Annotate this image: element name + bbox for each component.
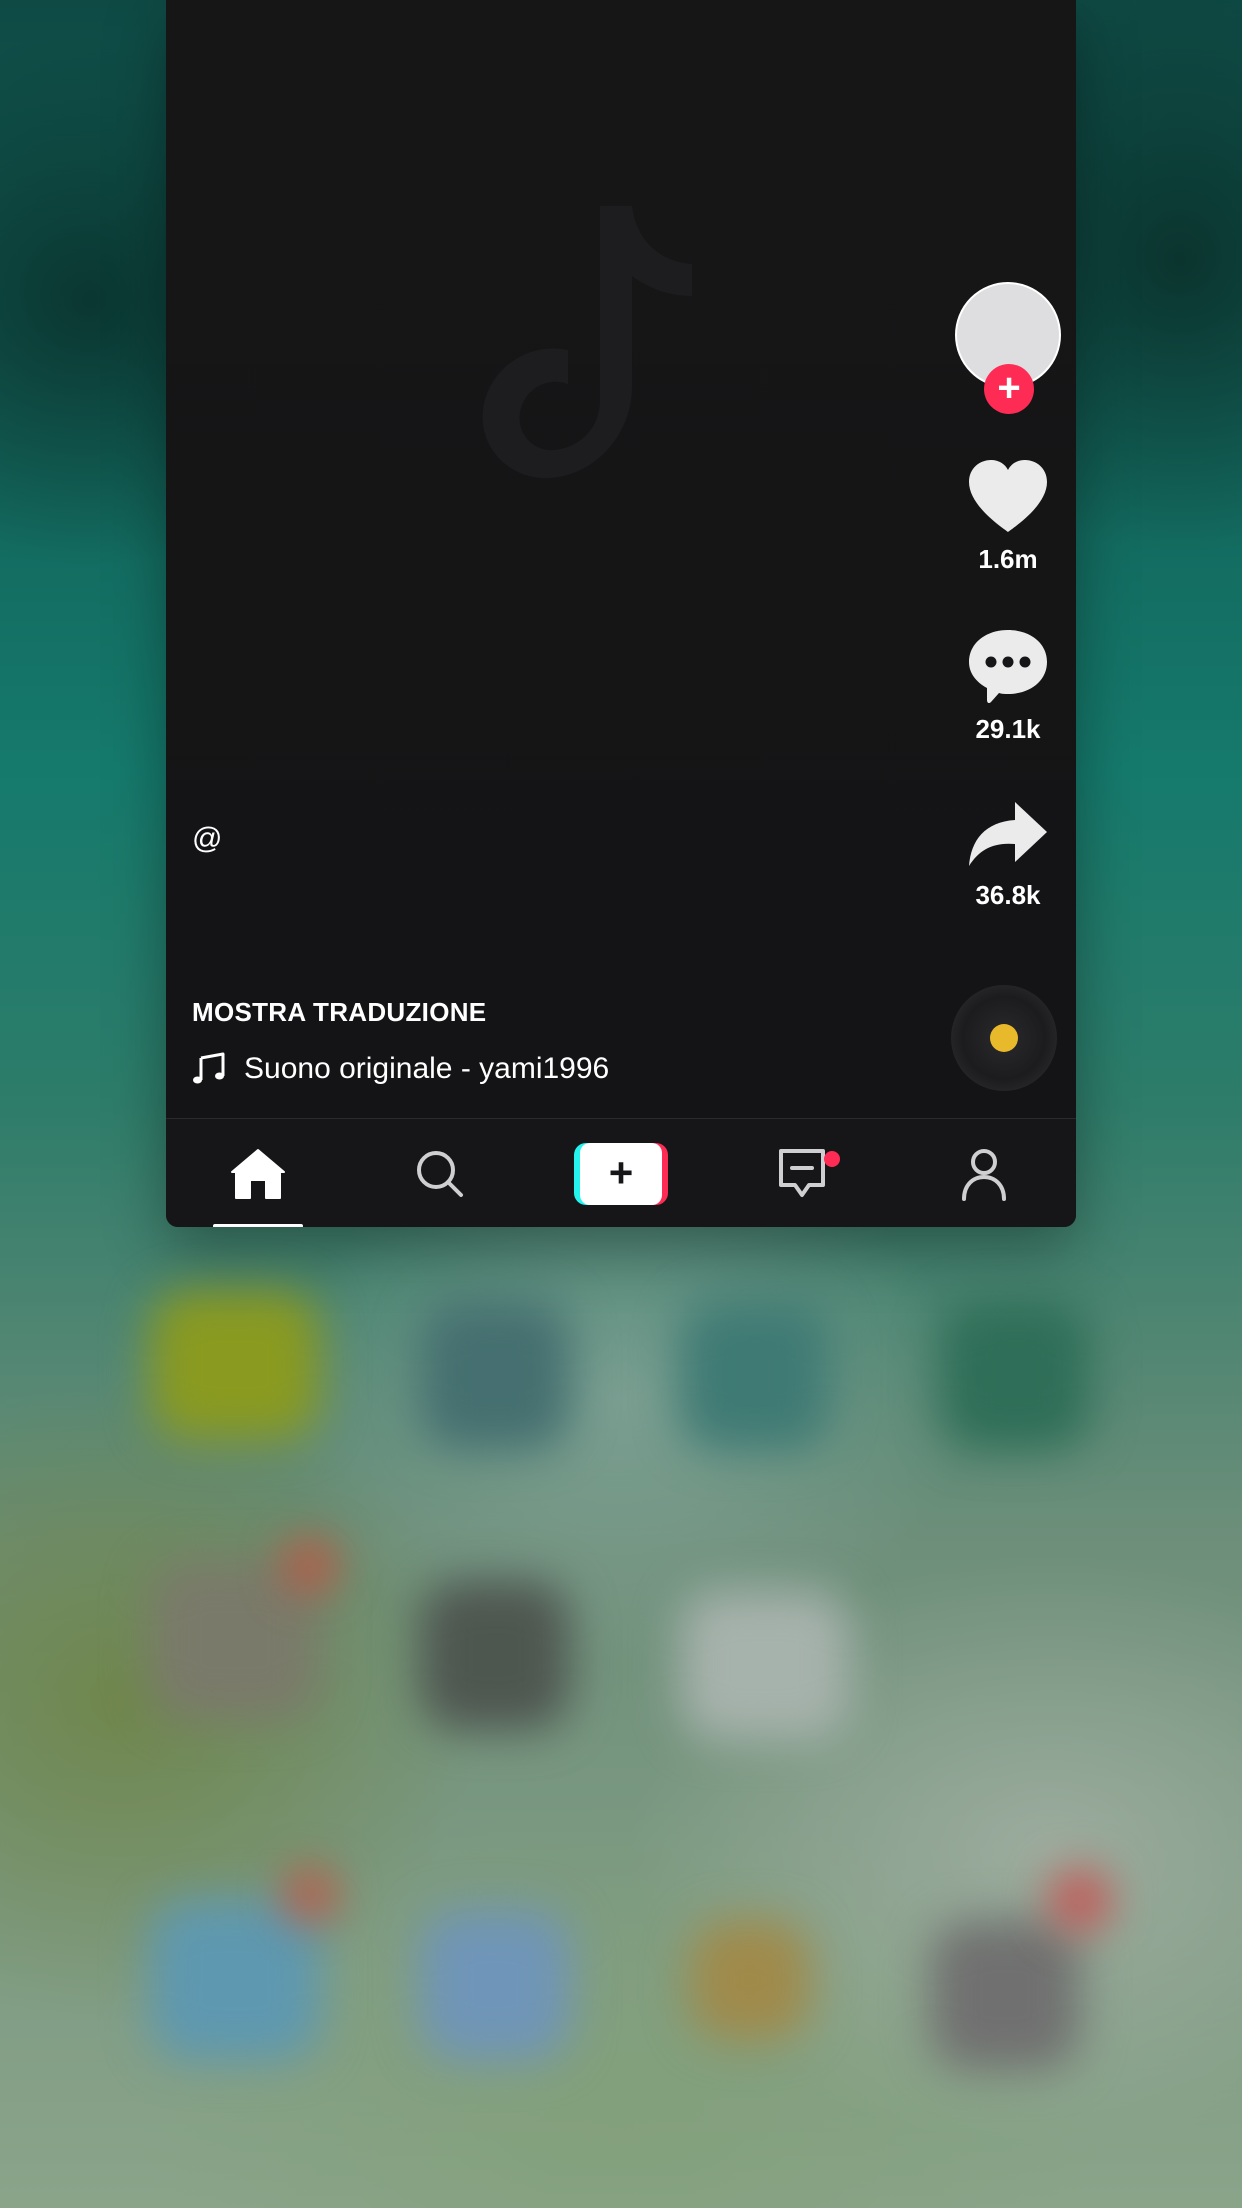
follow-button[interactable]: +	[984, 364, 1034, 414]
username[interactable]: @	[192, 822, 222, 856]
music-note-icon	[193, 1052, 225, 1084]
comment-bubble-icon	[969, 630, 1047, 704]
share-count: 36.8k	[975, 880, 1041, 910]
heart-icon	[969, 460, 1047, 532]
active-tab-indicator	[213, 1224, 303, 1227]
share-button[interactable]: 36.8k	[948, 800, 1068, 911]
notification-dot	[824, 1151, 840, 1167]
blurred-app-icon	[940, 1300, 1090, 1450]
tiktok-app-card[interactable]: @ MOSTRA TRADUZIONE Suono originale - ya…	[166, 0, 1076, 1227]
blurred-app-icon	[680, 1300, 830, 1450]
blurred-app-icon	[150, 1900, 320, 2060]
like-button[interactable]: 1.6m	[948, 458, 1068, 575]
show-translation-link[interactable]: MOSTRA TRADUZIONE	[192, 997, 486, 1028]
home-icon	[231, 1148, 285, 1199]
blurred-app-icon	[690, 1920, 810, 2040]
blurred-app-icon	[420, 1300, 570, 1450]
blurred-badge	[285, 1540, 335, 1590]
disc-center	[990, 1024, 1018, 1052]
sound-disc-button[interactable]	[951, 985, 1057, 1091]
create-button[interactable]: +	[574, 1142, 668, 1205]
video-player[interactable]: @ MOSTRA TRADUZIONE Suono originale - ya…	[166, 0, 1076, 1118]
blurred-app-icon	[420, 1580, 570, 1730]
blurred-app-icon	[680, 1590, 850, 1740]
inbox-message-icon	[779, 1148, 825, 1197]
blurred-app-icon	[150, 1290, 320, 1440]
blurred-badge	[285, 1870, 335, 1920]
tab-home[interactable]	[198, 1119, 318, 1227]
plus-icon: +	[580, 1142, 662, 1205]
comment-button[interactable]: 29.1k	[948, 628, 1068, 745]
sound-link[interactable]: Suono originale - yami1996	[192, 1052, 609, 1086]
profile-icon	[962, 1148, 1006, 1201]
blurred-app-icon	[930, 1920, 1080, 2070]
search-icon	[417, 1150, 463, 1197]
blurred-badge	[1050, 1870, 1110, 1930]
comment-count: 29.1k	[975, 714, 1041, 744]
share-arrow-icon	[969, 802, 1047, 866]
tab-search[interactable]	[380, 1119, 500, 1227]
like-count: 1.6m	[978, 544, 1038, 574]
sound-label: Suono originale - yami1996	[244, 1052, 610, 1085]
bottom-tab-bar: +	[166, 1118, 1076, 1227]
tab-inbox[interactable]	[742, 1119, 862, 1227]
blurred-app-icon	[420, 1910, 570, 2060]
tiktok-logo-icon	[482, 206, 692, 479]
tab-create[interactable]: +	[561, 1119, 681, 1227]
tab-profile[interactable]	[924, 1119, 1044, 1227]
